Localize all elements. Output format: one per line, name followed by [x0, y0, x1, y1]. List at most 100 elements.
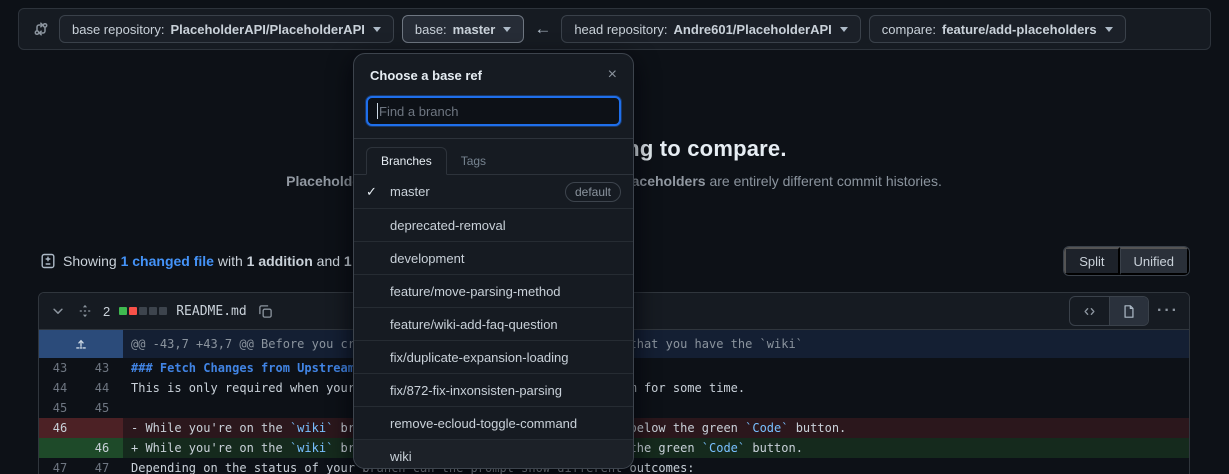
kebab-menu-icon[interactable]: ··· — [1157, 302, 1179, 320]
diff-line-code: Depending on the status of your branch c… — [123, 458, 1189, 474]
branch-item-wiki[interactable]: wiki — [354, 439, 633, 469]
code-segment: button. — [788, 421, 846, 435]
base-ref-select[interactable]: base: master — [402, 15, 524, 43]
check-icon: ✓ — [366, 184, 382, 200]
summary-with: with — [214, 253, 247, 269]
old-line-number: 47 — [39, 458, 81, 474]
branch-item-master[interactable]: ✓ master default — [354, 175, 633, 208]
file-changes-count: 2 — [103, 304, 110, 319]
dropdown-filter — [354, 88, 633, 139]
base-ref-label: base: — [415, 22, 447, 37]
git-compare-icon — [31, 19, 51, 39]
new-line-number: 44 — [81, 378, 123, 398]
diff-sign: + — [131, 441, 145, 455]
rich-diff-button[interactable] — [1109, 297, 1148, 325]
ref-selector-dropdown: Choose a base ref × BranchesTags ✓ master… — [353, 53, 634, 469]
diffstat-square-neutral — [139, 307, 147, 315]
branch-name: feature/move-parsing-method — [390, 284, 561, 299]
fold-up-icon — [74, 337, 88, 351]
view-toggle-split-button[interactable]: Split — [1064, 247, 1119, 275]
compare-ref-select[interactable]: compare: feature/add-placeholders — [869, 15, 1126, 43]
summary-prefix: Showing — [63, 253, 121, 269]
code-segment: While you're on the — [145, 421, 290, 435]
new-line-number — [81, 418, 123, 438]
branch-name: development — [390, 251, 464, 266]
old-line-number: 46 — [39, 418, 81, 438]
code-segment: While you're on the — [145, 441, 290, 455]
view-toggle-unified-button[interactable]: Unified — [1120, 247, 1189, 275]
file-name[interactable]: README.md — [176, 304, 246, 319]
branch-item-feature/move-parsing-method[interactable]: feature/move-parsing-method — [354, 274, 633, 307]
code-segment: `wiki` — [290, 441, 333, 455]
source-view-button[interactable] — [1070, 297, 1109, 325]
compare-bar: base repository: PlaceholderAPI/Placehol… — [18, 8, 1211, 50]
diff-line-code: - While you're on the `wiki` branch, can… — [123, 418, 1189, 438]
branch-item-remove-ecloud-toggle-command[interactable]: remove-ecloud-toggle-command — [354, 406, 633, 439]
branch-name: fix/872-fix-inxonsisten-parsing — [390, 383, 562, 398]
diff-line-code: ### Fetch Changes from Upstream — [123, 358, 1189, 378]
diff-sign: - — [131, 421, 145, 435]
additions-count: 1 addition — [247, 253, 313, 269]
diffstat-square-neutral — [159, 307, 167, 315]
old-line-number: 45 — [39, 398, 81, 418]
chevron-down-icon — [1105, 27, 1113, 32]
head-repository-label: head repository: — [574, 22, 667, 37]
base-repository-value: PlaceholderAPI/PlaceholderAPI — [171, 22, 365, 37]
dropdown-header: Choose a base ref × — [354, 54, 633, 88]
chevron-down-icon — [503, 27, 511, 32]
default-badge: default — [565, 182, 621, 202]
changed-files-link[interactable]: 1 changed file — [121, 253, 214, 269]
code-segment: `Code` — [745, 421, 788, 435]
head-repository-value: Andre601/PlaceholderAPI — [674, 22, 832, 37]
diffstat-square-neutral — [149, 307, 157, 315]
code-segment: ### Fetch Changes from Upstream — [131, 361, 355, 375]
hunk-text: @@ -43,7 +43,7 @@ Before you create a Pu… — [123, 330, 1189, 358]
file-diff-icon — [38, 251, 58, 271]
branch-item-deprecated-removal[interactable]: deprecated-removal — [354, 208, 633, 241]
new-line-number: 45 — [81, 398, 123, 418]
diff-view-toggle: SplitUnified — [1063, 246, 1190, 276]
expand-hunk-button[interactable] — [39, 330, 123, 358]
branch-search-input[interactable] — [377, 104, 610, 119]
tab-tags[interactable]: Tags — [447, 148, 500, 174]
old-line-number: 43 — [39, 358, 81, 378]
branch-name: wiki — [390, 449, 412, 464]
base-repository-label: base repository: — [72, 22, 165, 37]
rich-source-toggle — [1069, 296, 1149, 326]
compare-ref-value: feature/add-placeholders — [942, 22, 1097, 37]
new-line-number: 46 — [81, 438, 123, 458]
code-segment: button. — [745, 441, 803, 455]
dropdown-title: Choose a base ref — [370, 68, 482, 83]
expand-all-icon[interactable] — [76, 302, 94, 320]
chevron-down-icon — [840, 27, 848, 32]
new-line-number: 43 — [81, 358, 123, 378]
diffstat — [119, 307, 167, 315]
diff-line-code: + While you're on the `wiki` branch, is … — [123, 438, 1189, 458]
base-repository-select[interactable]: base repository: PlaceholderAPI/Placehol… — [59, 15, 394, 43]
diff-line-code — [123, 398, 1189, 418]
compare-direction-arrow-icon: ← — [532, 19, 553, 39]
diffstat-square-addition — [119, 307, 127, 315]
branch-list: ✓ master default deprecated-removal developm… — [354, 175, 633, 469]
tab-branches[interactable]: Branches — [366, 147, 447, 175]
code-segment: `Code` — [702, 441, 745, 455]
branch-name: fix/duplicate-expansion-loading — [390, 350, 569, 365]
branch-item-fix/duplicate-expansion-loading[interactable]: fix/duplicate-expansion-loading — [354, 340, 633, 373]
diffstat-square-deletion — [129, 307, 137, 315]
branch-item-development[interactable]: development — [354, 241, 633, 274]
base-ref-value: master — [453, 22, 496, 37]
branch-item-fix/872-fix-inxonsisten-parsing[interactable]: fix/872-fix-inxonsisten-parsing — [354, 373, 633, 406]
branch-item-feature/wiki-add-faq-question[interactable]: feature/wiki-add-faq-question — [354, 307, 633, 340]
old-line-number: 44 — [39, 378, 81, 398]
head-repository-select[interactable]: head repository: Andre601/PlaceholderAPI — [561, 15, 860, 43]
summary-and: and — [313, 253, 344, 269]
copy-icon[interactable] — [256, 302, 275, 321]
branch-name: master — [390, 184, 430, 199]
branch-name: remove-ecloud-toggle-command — [390, 416, 577, 431]
old-line-number — [39, 438, 81, 458]
branch-name: feature/wiki-add-faq-question — [390, 317, 558, 332]
chevron-down-icon[interactable] — [49, 302, 67, 320]
diff-line-code: This is only required when your fork has… — [123, 378, 1189, 398]
close-icon[interactable]: × — [608, 67, 617, 83]
message-text: are entirely different commit histories. — [706, 173, 942, 189]
